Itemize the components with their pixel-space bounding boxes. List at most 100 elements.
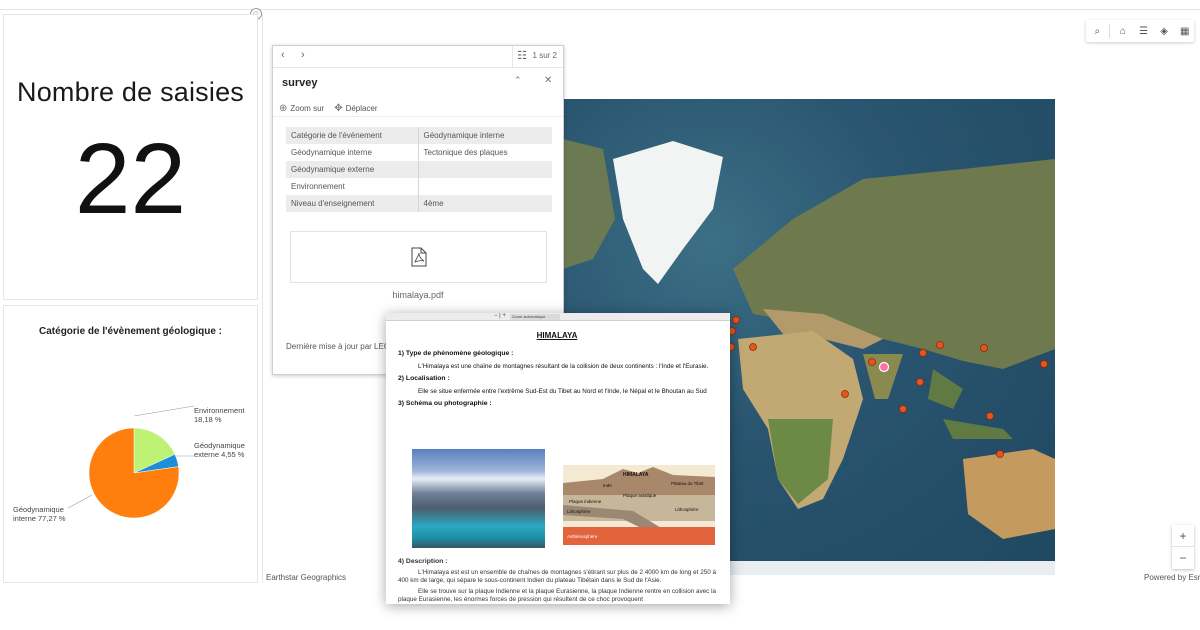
close-icon[interactable]: ✕	[544, 75, 552, 86]
zoom-to-icon: ⊕	[279, 103, 288, 114]
leader-interne	[67, 494, 93, 509]
table-row: Niveau d'enseignement 4ème	[286, 195, 552, 212]
map-point[interactable]	[980, 344, 988, 352]
label-environnement-2: 18,18 %	[194, 415, 222, 424]
qr-code-icon[interactable]: ▦	[1175, 21, 1194, 41]
attachment-card[interactable]	[290, 231, 547, 283]
label-interne-2: interne 77,27 %	[13, 514, 66, 523]
search-icon[interactable]: ⌕	[1088, 21, 1107, 41]
label-externe-2: externe 4,55 %	[194, 450, 245, 459]
australia-shape	[963, 449, 1055, 539]
diagram-label-plaque-indienne: Plaque indienne	[569, 499, 602, 504]
dashboard: ☺ Nombre de saisies 22 Catégorie de l'év…	[0, 0, 1200, 630]
field-value: Tectonique des plaques	[423, 148, 508, 157]
map-point[interactable]	[1040, 360, 1048, 368]
section-heading: 3) Schéma ou photographie :	[398, 399, 492, 407]
section-text: Elle se situe enfermée entre l'extrême S…	[418, 388, 707, 396]
map-point[interactable]	[899, 405, 907, 413]
table-row: Catégorie de l'évènement Géodynamique in…	[286, 127, 552, 144]
previous-arrow-icon[interactable]: ‹	[281, 49, 285, 61]
feature-list-icon[interactable]: ☷	[517, 49, 527, 62]
pdf-toolbar: − | + Zoom automatique	[386, 313, 730, 321]
map-point[interactable]	[841, 390, 849, 398]
last-update-text: Dernière mise à jour par LEG	[286, 342, 391, 351]
map-point[interactable]	[936, 341, 944, 349]
description-block: L'Himalaya est est un ensemble de chaîne…	[398, 569, 716, 604]
field-value	[418, 178, 552, 195]
collapse-icon[interactable]: ⌃	[514, 75, 522, 86]
move-button[interactable]: ✥ Déplacer	[334, 103, 377, 114]
legend-icon[interactable]: ☰	[1134, 21, 1153, 41]
popup-actions: ⊕ Zoom sur ✥ Déplacer	[279, 103, 378, 114]
indicator-widget: Nombre de saisies 22	[3, 14, 258, 300]
pdf-viewer: − | + Zoom automatique HIMALAYA 1) Type …	[386, 313, 730, 604]
map-toolbar: ⌕ ⌂ ☰ ◈ ▦	[1086, 20, 1194, 42]
pie-chart: Environnement 18,18 % Géodynamique exter…	[13, 405, 245, 523]
pdf-page: HIMALAYA 1) Type de phénomène géologique…	[398, 326, 716, 414]
label-interne-1: Géodynamique	[13, 505, 64, 514]
indicator-title: Nombre de saisies	[17, 77, 244, 107]
diagram-label-asthenosphere: Asthénosphère	[567, 534, 598, 539]
header-divider	[0, 9, 1200, 10]
zoom-control: + −	[1172, 525, 1194, 569]
zoom-to-button[interactable]: ⊕ Zoom sur	[279, 103, 324, 114]
field-key: Environnement	[286, 178, 419, 195]
indonesia-shape	[943, 419, 1013, 439]
indicator-value: 22	[74, 123, 187, 235]
field-key: Géodynamique externe	[286, 161, 419, 178]
section-heading: 4) Description :	[398, 558, 448, 565]
attachment-name[interactable]: himalaya.pdf	[273, 290, 563, 300]
next-arrow-icon[interactable]: ›	[301, 49, 305, 61]
plate-collision-diagram: HIMALAYA Inde Plateau du Tibet Plaque in…	[563, 465, 715, 545]
field-value: Géodynamique interne	[418, 127, 552, 144]
diagram-label-lithosphere-left: Lithosphère	[567, 509, 591, 514]
map-point[interactable]	[996, 450, 1004, 458]
zoom-out-button[interactable]: −	[1172, 547, 1194, 569]
popup-title: survey	[282, 77, 318, 89]
label-externe-1: Géodynamique	[194, 441, 245, 450]
field-key: Catégorie de l'évènement	[286, 127, 419, 144]
attribution-right[interactable]: Powered by Esri	[1144, 573, 1200, 582]
diagram-label-inde: Inde	[603, 483, 612, 488]
southeast-asia-shape	[928, 369, 963, 409]
diagram-label-plaque-asiatique: Plaque asiatique	[623, 493, 657, 498]
selected-map-point[interactable]	[878, 361, 890, 373]
document-title: HIMALAYA	[536, 331, 578, 340]
map-point[interactable]	[749, 343, 757, 351]
map-point[interactable]	[868, 358, 876, 366]
north-america-shape	[563, 139, 615, 269]
map-point[interactable]	[919, 349, 927, 357]
section-text: L'Himalaya est une chaîne de montagnes r…	[418, 363, 709, 371]
field-key: Niveau d'enseignement	[286, 195, 419, 212]
nav-divider	[512, 46, 513, 68]
section-heading: 2) Localisation :	[398, 374, 450, 382]
map-point[interactable]	[916, 378, 924, 386]
attribution-left: Earthstar Geographics	[266, 573, 347, 582]
zoom-select[interactable]: Zoom automatique	[510, 314, 560, 320]
map-point[interactable]	[732, 316, 740, 324]
popup-divider	[273, 116, 563, 117]
popup-nav: ‹ › ☷ 1 sur 2	[273, 46, 563, 68]
map-point[interactable]	[986, 412, 994, 420]
move-label: Déplacer	[345, 104, 378, 113]
table-row: Environnement	[286, 178, 552, 195]
layers-icon[interactable]: ◈	[1155, 21, 1174, 41]
table-row: Géodynamique interne Tectonique des plaq…	[286, 144, 552, 161]
diagram-label-lithosphere-right: Lithosphère	[675, 507, 699, 512]
feature-count: 1 sur 2	[532, 51, 557, 60]
field-key: Géodynamique interne	[286, 144, 419, 161]
greenland-shape	[613, 141, 723, 284]
table-row: Géodynamique externe	[286, 161, 552, 178]
leader-environnement	[133, 405, 195, 417]
section-text: Elle se trouve sur la plaque Indienne et…	[398, 588, 716, 603]
zoom-in-button[interactable]: +	[1172, 525, 1194, 547]
attribute-table: Catégorie de l'évènement Géodynamique in…	[286, 127, 552, 212]
label-environnement-1: Environnement	[194, 406, 245, 415]
zoom-minus-plus[interactable]: − | +	[494, 313, 506, 319]
field-value: 4ème	[418, 195, 552, 212]
home-icon[interactable]: ⌂	[1114, 21, 1133, 41]
pdf-file-icon	[411, 247, 427, 267]
section-heading: 1) Type de phénomène géologique :	[398, 349, 514, 357]
zoom-to-label: Zoom sur	[290, 104, 325, 113]
field-value	[418, 161, 552, 178]
